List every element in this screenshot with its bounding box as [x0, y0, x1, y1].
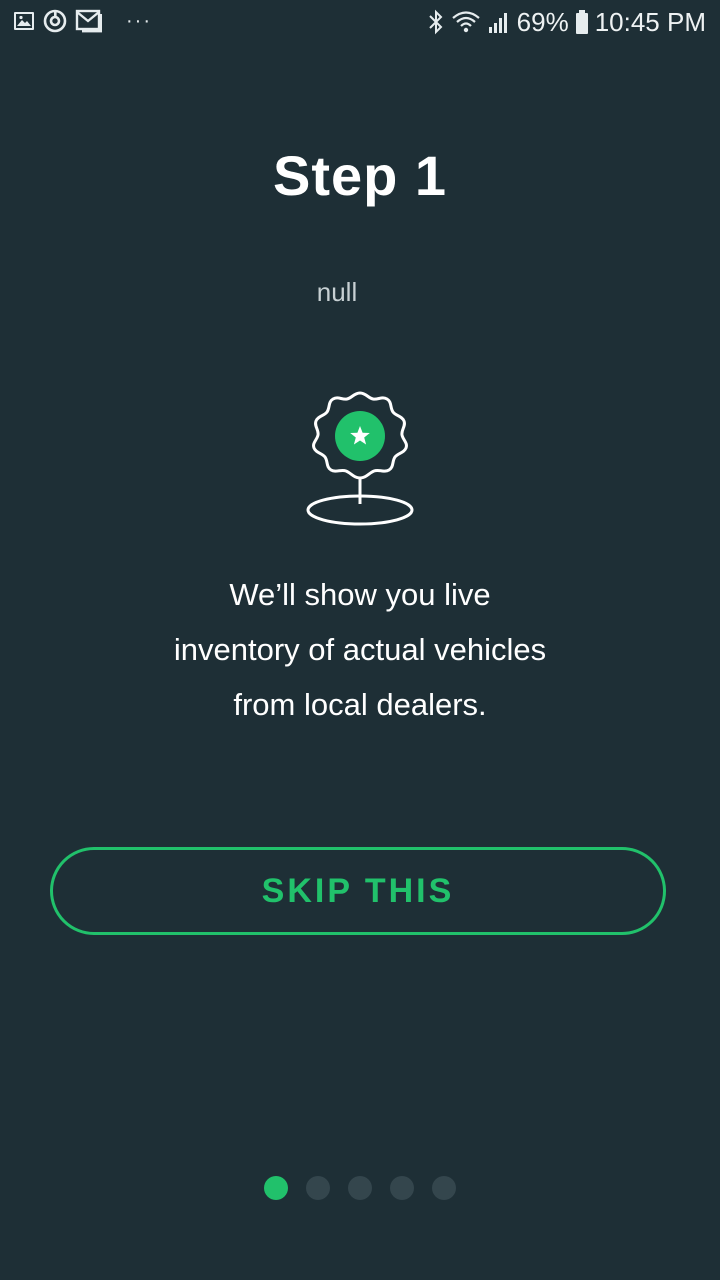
- sync-icon: [42, 8, 68, 34]
- page-dot-3[interactable]: [348, 1176, 372, 1200]
- wifi-icon: [451, 9, 481, 35]
- page-dot-5[interactable]: [432, 1176, 456, 1200]
- status-bar: ··· 69% 10:45 PM: [0, 0, 720, 44]
- description-line: inventory of actual vehicles: [173, 632, 547, 667]
- page-dot-2[interactable]: [306, 1176, 330, 1200]
- notification-icons: ···: [12, 8, 152, 34]
- step-subtitle: null: [316, 277, 358, 307]
- page-indicator: [0, 1176, 720, 1200]
- skip-button[interactable]: SKIP THIS: [50, 847, 666, 935]
- location-badge-star-icon: [300, 386, 420, 531]
- bluetooth-icon: [427, 9, 445, 35]
- description-line: from local dealers.: [233, 687, 487, 722]
- step-description: We’ll show you live inventory of actual …: [110, 567, 610, 732]
- overflow-dots: ···: [126, 10, 152, 32]
- battery-icon: [575, 9, 589, 35]
- gmail-icon: [74, 8, 104, 34]
- skip-button-label: SKIP THIS: [261, 871, 455, 910]
- clock: 10:45 PM: [594, 7, 706, 37]
- battery-percent: 69%: [516, 7, 569, 37]
- signal-icon: [487, 9, 511, 35]
- page-dot-1[interactable]: [264, 1176, 288, 1200]
- system-status: 69% 10:45 PM: [427, 6, 706, 38]
- page-dot-4[interactable]: [390, 1176, 414, 1200]
- description-line: We’ll show you live: [229, 577, 491, 612]
- gallery-icon: [12, 9, 36, 33]
- step-title: Step 1: [272, 144, 448, 207]
